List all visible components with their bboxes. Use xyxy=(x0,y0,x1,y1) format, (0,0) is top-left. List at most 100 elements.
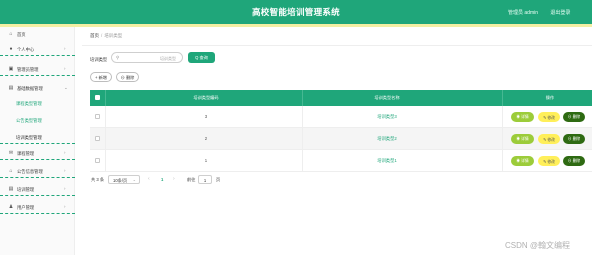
sidebar-subitem-course-type[interactable]: 课程类型管理 xyxy=(0,96,75,110)
logout-link[interactable]: 退出登录 xyxy=(550,10,570,16)
column-divider xyxy=(502,150,503,172)
breadcrumb: 首页 / 培训类型 xyxy=(90,33,122,39)
edit-button[interactable]: ✎ 修改 xyxy=(538,134,560,144)
search-button[interactable]: Q 查询 xyxy=(188,52,215,63)
notice-icon: ⌂ xyxy=(9,168,13,174)
delete-button[interactable]: ⊖ 删除 xyxy=(563,112,585,122)
sidebar-item-label: 公告信息管理 xyxy=(17,169,43,174)
sidebar-item-label: 课程管理 xyxy=(17,151,35,156)
column-divider xyxy=(105,150,106,172)
column-divider xyxy=(502,90,503,106)
user-icon: ● xyxy=(9,46,13,52)
sidebar-item-profile[interactable]: ● 个人中心 › xyxy=(0,42,75,56)
select-all-checkbox[interactable] xyxy=(95,95,100,100)
user-area: 管理员 admin 退出登录 xyxy=(508,9,570,16)
row-checkbox[interactable] xyxy=(95,158,100,163)
sidebar-item-label: 管理员管理 xyxy=(17,67,39,72)
chevron-right-icon: › xyxy=(64,46,66,51)
detail-button-label: ◉ 详情 xyxy=(516,114,529,119)
sidebar-item-label: 培训管理 xyxy=(17,187,35,192)
sidebar-subitem-training-type[interactable]: 培训类型管理 xyxy=(0,130,75,144)
page-suffix: 页 xyxy=(216,177,221,182)
add-button[interactable]: + 新增 xyxy=(90,72,112,82)
sidebar-item-notices[interactable]: ⌂ 公告信息管理 › xyxy=(0,164,75,178)
delete-button[interactable]: ⊖ 删除 xyxy=(563,134,585,144)
data-icon: ▤ xyxy=(8,85,14,91)
column-header-actions: 操作 xyxy=(545,95,555,100)
detail-button[interactable]: ◉ 详情 xyxy=(511,156,534,166)
sidebar-item-label: 基础数据管理 xyxy=(17,86,43,91)
column-divider xyxy=(302,90,303,106)
detail-button-label: ◉ 详情 xyxy=(516,158,529,163)
search-button-label: Q 查询 xyxy=(195,55,208,60)
sidebar-item-base-data[interactable]: ▤ 基础数据管理 ⌄ xyxy=(0,81,75,95)
sidebar-item-courses[interactable]: ✉ 课程管理 › xyxy=(0,146,75,160)
breadcrumb-divider xyxy=(82,45,592,46)
prev-page-icon[interactable]: ‹ xyxy=(148,176,150,182)
sidebar-item-label: 个人中心 xyxy=(17,47,35,52)
sidebar-subitem-label: 公告类型管理 xyxy=(16,118,42,123)
search-input[interactable]: ⚲ 培训类型 xyxy=(111,52,183,63)
breadcrumb-home[interactable]: 首页 xyxy=(90,33,99,38)
user-name: 管理员 admin xyxy=(508,10,539,16)
sidebar-item-home[interactable]: ⌂ 首页 xyxy=(0,27,75,41)
chevron-down-icon: ⌄ xyxy=(64,85,68,90)
sidebar-item-admins[interactable]: ▣ 管理员管理 › xyxy=(0,62,75,76)
column-header-code: 培训类型编码 xyxy=(193,95,219,100)
sidebar-item-label: 用户管理 xyxy=(17,205,35,210)
row-checkbox[interactable] xyxy=(95,114,100,119)
next-page-icon[interactable]: › xyxy=(173,176,175,182)
sidebar-subitem-label: 培训类型管理 xyxy=(16,135,42,140)
chevron-right-icon: › xyxy=(64,168,66,173)
page-size-value: 10条/页 xyxy=(113,178,128,183)
sidebar-item-training[interactable]: ▤ 培训管理 › xyxy=(0,182,75,196)
sidebar-item-users[interactable]: ♟ 用户管理 › xyxy=(0,200,75,214)
cell-code: 3 xyxy=(204,114,208,119)
row-checkbox[interactable] xyxy=(95,136,100,141)
chevron-right-icon: › xyxy=(64,204,66,209)
app-title: 高校智能培训管理系统 xyxy=(251,7,340,17)
edit-button[interactable]: ✎ 修改 xyxy=(538,112,560,122)
column-header-name: 培训类型名称 xyxy=(374,95,400,100)
delete-button-label: ⊖ 删除 xyxy=(567,158,581,163)
table-header: 培训类型编码 培训类型名称 操作 xyxy=(90,90,592,106)
cell-code: 1 xyxy=(204,158,208,163)
goto-label: 前往 xyxy=(187,177,196,182)
main-content: 首页 / 培训类型 培训类型 ⚲ 培训类型 Q 查询 + 新增 ⊖ 删除 培训类型编… xyxy=(82,27,592,255)
detail-button[interactable]: ◉ 详情 xyxy=(511,112,534,122)
column-divider xyxy=(502,106,503,128)
training-icon: ▤ xyxy=(8,186,14,192)
edit-button[interactable]: ✎ 修改 xyxy=(538,156,560,166)
column-divider xyxy=(302,150,303,172)
users-icon: ♟ xyxy=(8,204,14,210)
edit-button-label: ✎ 修改 xyxy=(543,159,555,164)
chevron-right-icon: › xyxy=(64,66,66,71)
table-row: 1 培训类型1 ◉ 详情 ✎ 修改 ⊖ 删除 xyxy=(90,150,592,172)
delete-button-label: ⊖ 删除 xyxy=(567,114,581,119)
page-size-select[interactable]: 10条/页 ⌄ xyxy=(108,175,140,184)
detail-button-label: ◉ 详情 xyxy=(516,136,529,141)
column-divider xyxy=(302,128,303,150)
cell-name: 培训类型1 xyxy=(377,158,397,163)
table-row: 2 培训类型2 ◉ 详情 ✎ 修改 ⊖ 删除 xyxy=(90,128,592,150)
sidebar: ⌂ 首页 ● 个人中心 › ▣ 管理员管理 › ▤ 基础数据管理 ⌄ 课程类型管… xyxy=(0,27,75,255)
search-placeholder: 培训类型 xyxy=(160,56,176,61)
column-divider xyxy=(105,90,106,106)
column-divider xyxy=(105,106,106,128)
current-page-number[interactable]: 1 xyxy=(161,177,163,182)
breadcrumb-current: 培训类型 xyxy=(104,33,123,38)
top-bar: 高校智能培训管理系统 管理员 admin 退出登录 xyxy=(0,0,592,24)
admin-icon: ▣ xyxy=(8,66,14,72)
detail-button[interactable]: ◉ 详情 xyxy=(511,134,534,144)
goto-page-input[interactable]: 1 xyxy=(198,175,212,184)
sidebar-subitem-label: 课程类型管理 xyxy=(16,101,42,106)
cell-name: 培训类型3 xyxy=(377,114,397,119)
breadcrumb-separator: / xyxy=(101,33,103,38)
table-row: 3 培训类型3 ◉ 详情 ✎ 修改 ⊖ 删除 xyxy=(90,106,592,128)
search-label: 培训类型 xyxy=(90,57,108,62)
delete-button[interactable]: ⊖ 删除 xyxy=(563,156,585,166)
edit-button-label: ✎ 修改 xyxy=(543,137,555,142)
batch-delete-button[interactable]: ⊖ 删除 xyxy=(116,72,139,82)
sidebar-subitem-notice-type[interactable]: 公告类型管理 xyxy=(0,113,75,127)
cell-code: 2 xyxy=(204,136,208,141)
